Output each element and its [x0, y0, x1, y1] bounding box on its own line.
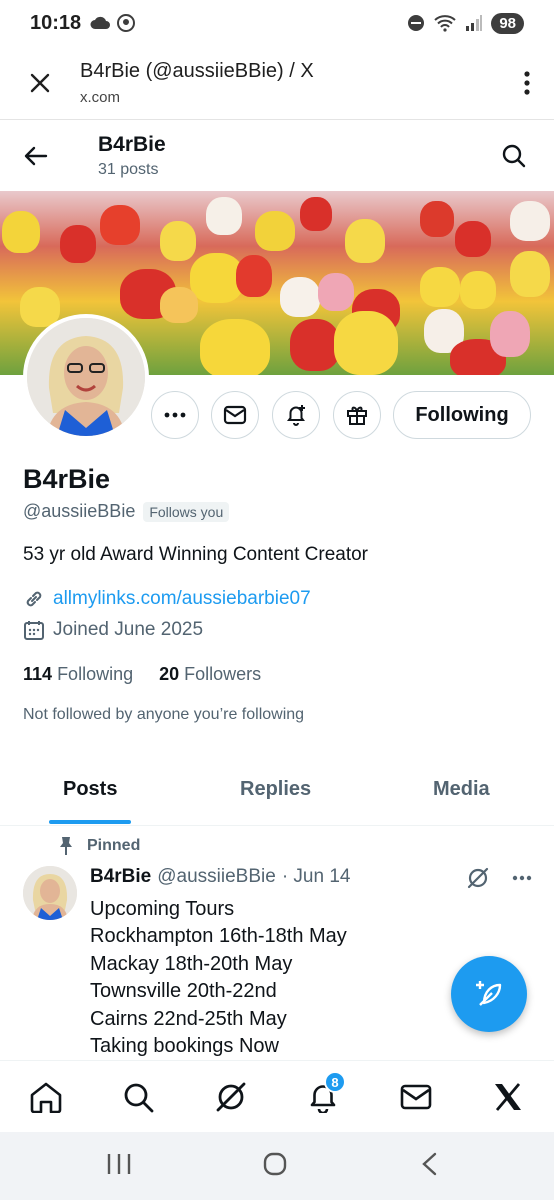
battery-level: 98 — [491, 12, 524, 34]
back-system-button[interactable] — [420, 1152, 438, 1181]
nav-x-premium[interactable] — [488, 1077, 528, 1117]
app-notification-icon — [117, 14, 136, 32]
link-icon — [26, 591, 42, 607]
back-button[interactable] — [0, 146, 72, 166]
browser-url[interactable]: x.com — [80, 89, 500, 106]
following-button[interactable]: Following — [393, 391, 531, 439]
tab-media[interactable]: Media — [433, 778, 490, 801]
do-not-disturb-icon — [408, 15, 425, 31]
nav-explore[interactable] — [118, 1077, 158, 1117]
post-line: Taking bookings Now — [90, 1035, 279, 1058]
following-count-link[interactable]: 114 Following — [23, 664, 133, 685]
recents-icon — [107, 1154, 131, 1174]
system-navigation-bar — [0, 1132, 554, 1200]
nav-messages[interactable] — [396, 1077, 436, 1117]
calendar-icon — [24, 621, 44, 640]
home-icon — [30, 1082, 62, 1113]
nav-home[interactable] — [26, 1077, 66, 1117]
search-button[interactable] — [474, 144, 554, 168]
compose-post-button[interactable] — [451, 956, 527, 1032]
compose-feather-icon — [476, 981, 502, 1006]
status-bar: 10:18 98 — [0, 0, 554, 46]
gift-icon — [347, 406, 367, 425]
search-icon — [124, 1083, 154, 1113]
browser-menu-button[interactable] — [500, 70, 554, 95]
not-followed-note: Not followed by anyone you’re following — [23, 706, 305, 723]
profile-display-name: B4rBie — [23, 464, 111, 494]
gift-button[interactable] — [333, 391, 381, 439]
post-author-handle[interactable]: @aussiieBBie — [157, 866, 276, 888]
post-line: Cairns 22nd-25th May — [90, 1007, 287, 1030]
home-system-button[interactable] — [263, 1152, 287, 1181]
message-button[interactable] — [211, 391, 259, 439]
tab-posts[interactable]: Posts — [63, 778, 117, 801]
mail-icon — [223, 405, 247, 425]
tab-replies[interactable]: Replies — [240, 778, 311, 801]
post-line: Rockhampton 16th-18th May — [90, 925, 347, 948]
followers-count-link[interactable]: 20 Followers — [159, 664, 261, 685]
cloud-icon — [90, 16, 111, 29]
post-text[interactable]: Upcoming Tours Rockhampton 16th-18th May… — [90, 896, 347, 1060]
x-logo-icon — [495, 1083, 521, 1111]
bell-plus-icon — [287, 405, 305, 426]
home-circle-icon — [263, 1152, 287, 1176]
profile-top-bar: B4rBie 31 posts — [0, 121, 554, 191]
post-line: Townsville 20th-22nd — [90, 980, 277, 1003]
recents-button[interactable] — [106, 1152, 132, 1181]
notify-button[interactable] — [272, 391, 320, 439]
browser-page-title: B4rBie (@aussiieBBie) / X — [80, 59, 314, 82]
header-profile-name: B4rBie — [98, 133, 166, 156]
notifications-badge: 8 — [324, 1071, 346, 1093]
profile-bio: 53 yr old Award Winning Content Creator — [23, 544, 368, 565]
grok-icon[interactable] — [466, 866, 490, 890]
post-author-name[interactable]: B4rBie — [90, 866, 151, 888]
chevron-left-icon — [422, 1152, 437, 1176]
profile-link[interactable]: allmylinks.com/aussiebarbie07 — [53, 588, 311, 610]
close-icon — [30, 73, 50, 92]
profile-handle: @aussiieBBie — [23, 501, 136, 521]
post-line: Mackay 18th-20th May — [90, 952, 293, 975]
search-icon — [502, 144, 526, 168]
arrow-left-icon — [24, 146, 48, 166]
grok-icon — [216, 1082, 246, 1112]
post-more-icon[interactable] — [512, 875, 532, 881]
browser-toolbar: B4rBie (@aussiieBBie) / X x.com — [0, 46, 554, 120]
nav-grok[interactable] — [211, 1077, 251, 1117]
profile-tabs: Posts Replies Media — [0, 760, 554, 826]
close-tab-button[interactable] — [0, 72, 80, 94]
bottom-navigation — [0, 1060, 554, 1132]
more-options-button[interactable] — [151, 391, 199, 439]
follows-you-badge: Follows you — [143, 501, 230, 522]
post-line: Upcoming Tours — [90, 898, 235, 920]
status-time: 10:18 — [30, 11, 82, 34]
more-vertical-icon — [524, 70, 530, 95]
pin-icon — [60, 837, 72, 855]
mail-icon — [400, 1084, 432, 1110]
header-post-count: 31 posts — [98, 161, 159, 178]
more-horizontal-icon — [164, 412, 186, 418]
post-author-avatar[interactable] — [23, 866, 77, 920]
post-date[interactable]: · Jun 14 — [282, 866, 351, 888]
pinned-label: Pinned — [87, 837, 141, 854]
joined-date: Joined June 2025 — [53, 619, 204, 640]
wifi-icon — [434, 15, 456, 32]
active-tab-indicator — [49, 820, 131, 824]
signal-icon — [466, 15, 483, 31]
